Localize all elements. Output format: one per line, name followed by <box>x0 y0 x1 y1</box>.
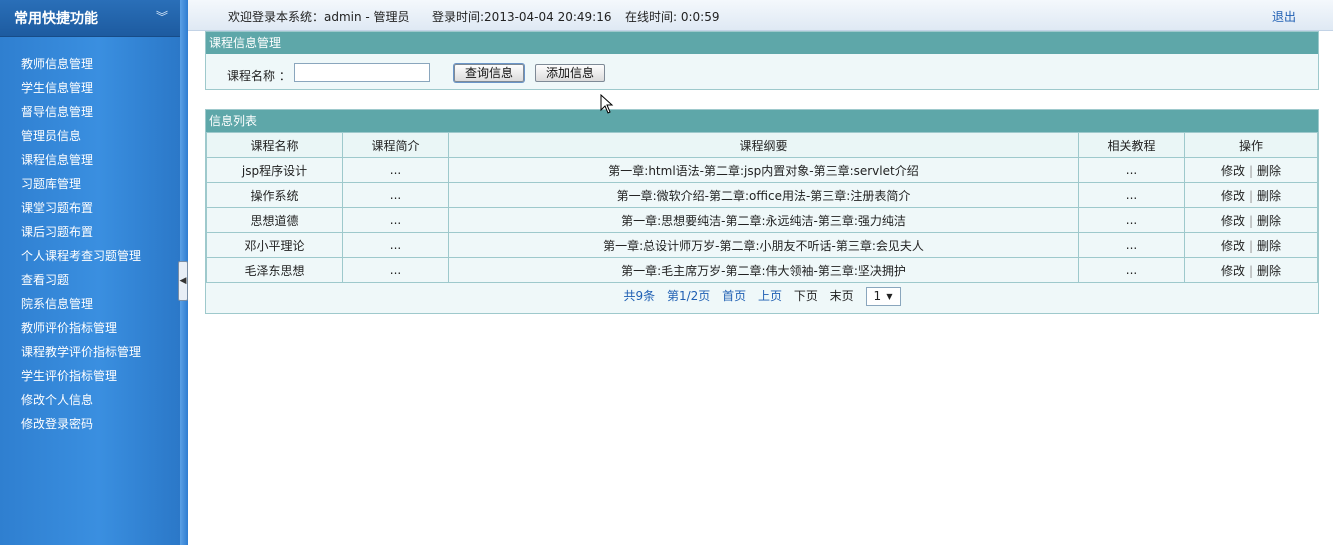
table-row: 操作系统... 第一章:微软介绍-第二章:office用法-第三章:注册表简介..… <box>206 182 1318 208</box>
course-tutorial-cell: ... <box>1078 157 1185 183</box>
course-name-cell: 操作系统 <box>206 182 343 208</box>
operations-cell: 修改 | 删除 <box>1184 207 1318 233</box>
sidebar-item[interactable]: 查看习题 <box>0 268 180 292</box>
search-panel: 课程信息管理 课程名称 ： 查询信息 添加信息 <box>205 31 1319 90</box>
table-row: 邓小平理论... 第一章:总设计师万岁-第二章:小朋友不听话-第三章:会见夫人..… <box>206 232 1318 258</box>
edit-link[interactable]: 修改 <box>1221 189 1245 203</box>
operations-cell: 修改 | 删除 <box>1184 157 1318 183</box>
page-indicator: 第1/2页 <box>666 289 711 303</box>
sidebar-item[interactable]: 个人课程考查习题管理 <box>0 244 180 268</box>
course-name-cell: jsp程序设计 <box>206 157 343 183</box>
next-page-link[interactable]: 下页 <box>794 289 818 303</box>
separator: | <box>1248 188 1254 203</box>
separator: | <box>1248 213 1254 228</box>
course-name-cell: 邓小平理论 <box>206 232 343 258</box>
double-chevron-down-icon[interactable]: ︾ <box>156 8 168 25</box>
separator: | <box>1248 263 1254 278</box>
last-page-link[interactable]: 末页 <box>830 289 854 303</box>
course-outline-cell: 第一章:思想要纯洁-第二章:永远纯洁-第三章:强力纯洁 <box>448 207 1079 233</box>
sidebar-header: 常用快捷功能 ︾ <box>0 0 180 37</box>
sidebar-item[interactable]: 院系信息管理 <box>0 292 180 316</box>
separator: | <box>1248 238 1254 253</box>
add-button[interactable]: 添加信息 <box>535 64 605 82</box>
top-bar: 欢迎登录本系统：admin - 管理员 登录时间:2013-04-04 20:4… <box>188 0 1333 31</box>
logout-link[interactable]: 退出 <box>1272 8 1296 25</box>
course-name-cell: 毛泽东思想 <box>206 257 343 283</box>
course-intro-cell: ... <box>342 207 449 233</box>
edit-link[interactable]: 修改 <box>1221 264 1245 278</box>
sidebar-item[interactable]: 课后习题布置 <box>0 220 180 244</box>
total-count: 共9条 <box>623 289 656 303</box>
course-intro-cell: ... <box>342 232 449 258</box>
sidebar-item[interactable]: 教师评价指标管理 <box>0 316 180 340</box>
course-tutorial-cell: ... <box>1078 182 1185 208</box>
sidebar: 常用快捷功能 ︾ 教师信息管理 学生信息管理 督导信息管理 管理员信息 课程信息管理 习题… <box>0 0 180 545</box>
edit-link[interactable]: 修改 <box>1221 239 1245 253</box>
course-tutorial-cell: ... <box>1078 257 1185 283</box>
column-header: 操作 <box>1184 132 1318 158</box>
column-header: 课程简介 <box>342 132 449 158</box>
column-header: 相关教程 <box>1078 132 1185 158</box>
column-header: 课程纲要 <box>448 132 1079 158</box>
pagination: 共9条 第1/2页 首页 上页 下页 末页 1 ▼ <box>206 283 1318 310</box>
sidebar-item[interactable]: 习题库管理 <box>0 172 180 196</box>
course-name-input[interactable] <box>294 63 430 82</box>
page-select[interactable]: 1 ▼ <box>865 287 901 306</box>
sidebar-item[interactable]: 学生评价指标管理 <box>0 364 180 388</box>
table-row: 思想道德... 第一章:思想要纯洁-第二章:永远纯洁-第三章:强力纯洁... 修改 |… <box>206 207 1318 233</box>
course-outline-cell: 第一章:总设计师万岁-第二章:小朋友不听话-第三章:会见夫人 <box>448 232 1079 258</box>
sidebar-item[interactable]: 教师信息管理 <box>0 52 180 76</box>
sidebar-item[interactable]: 课程教学评价指标管理 <box>0 340 180 364</box>
sidebar-item[interactable]: 学生信息管理 <box>0 76 180 100</box>
sidebar-item[interactable]: 修改登录密码 <box>0 412 180 436</box>
delete-link[interactable]: 删除 <box>1257 239 1281 253</box>
page-select-value: 1 <box>873 289 882 303</box>
delete-link[interactable]: 删除 <box>1257 189 1281 203</box>
table-header-row: 课程名称 课程简介 课程纲要 相关教程 操作 <box>206 132 1318 158</box>
operations-cell: 修改 | 删除 <box>1184 257 1318 283</box>
online-time: 在线时间: 0:0:59 <box>625 10 720 24</box>
sidebar-item[interactable]: 课程信息管理 <box>0 148 180 172</box>
sidebar-item[interactable]: 督导信息管理 <box>0 100 180 124</box>
course-outline-cell: 第一章:毛主席万岁-第二章:伟大领袖-第三章:坚决拥护 <box>448 257 1079 283</box>
list-panel: 信息列表 课程名称 课程简介 课程纲要 相关教程 操作 jsp程序设计... 第一… <box>205 109 1319 314</box>
course-name-cell: 思想道德 <box>206 207 343 233</box>
course-tutorial-cell: ... <box>1078 207 1185 233</box>
separator: | <box>1248 163 1254 178</box>
sidebar-item[interactable]: 管理员信息 <box>0 124 180 148</box>
table-row: jsp程序设计... 第一章:html语法-第二章:jsp内置对象-第三章:ser… <box>206 157 1318 183</box>
course-intro-cell: ... <box>342 257 449 283</box>
operations-cell: 修改 | 删除 <box>1184 232 1318 258</box>
collapse-left-icon[interactable]: ◀ <box>178 261 188 301</box>
table-row: 毛泽东思想... 第一章:毛主席万岁-第二章:伟大领袖-第三章:坚决拥护... 修改… <box>206 257 1318 283</box>
search-panel-title: 课程信息管理 <box>206 32 1318 54</box>
dropdown-arrow-icon: ▼ <box>886 292 893 301</box>
column-header: 课程名称 <box>206 132 343 158</box>
list-panel-title: 信息列表 <box>206 110 1318 132</box>
sidebar-menu: 教师信息管理 学生信息管理 督导信息管理 管理员信息 课程信息管理 习题库管理 课堂习题布置… <box>0 52 180 436</box>
query-button[interactable]: 查询信息 <box>454 64 524 82</box>
course-intro-cell: ... <box>342 182 449 208</box>
delete-link[interactable]: 删除 <box>1257 264 1281 278</box>
course-outline-cell: 第一章:微软介绍-第二章:office用法-第三章:注册表简介 <box>448 182 1079 208</box>
login-time: 登录时间:2013-04-04 20:49:16 <box>432 10 612 24</box>
edit-link[interactable]: 修改 <box>1221 164 1245 178</box>
welcome-text: 欢迎登录本系统：admin - 管理员 <box>228 10 410 24</box>
mouse-pointer-icon <box>600 94 614 114</box>
course-intro-cell: ... <box>342 157 449 183</box>
course-name-label: 课程名称 ： <box>227 69 291 83</box>
sidebar-item[interactable]: 修改个人信息 <box>0 388 180 412</box>
first-page-link[interactable]: 首页 <box>722 289 746 303</box>
prev-page-link[interactable]: 上页 <box>758 289 782 303</box>
sidebar-item[interactable]: 课堂习题布置 <box>0 196 180 220</box>
course-outline-cell: 第一章:html语法-第二章:jsp内置对象-第三章:servlet介绍 <box>448 157 1079 183</box>
sidebar-title: 常用快捷功能 <box>14 11 98 27</box>
delete-link[interactable]: 删除 <box>1257 214 1281 228</box>
edit-link[interactable]: 修改 <box>1221 214 1245 228</box>
operations-cell: 修改 | 删除 <box>1184 182 1318 208</box>
delete-link[interactable]: 删除 <box>1257 164 1281 178</box>
course-tutorial-cell: ... <box>1078 232 1185 258</box>
course-table: 课程名称 课程简介 课程纲要 相关教程 操作 jsp程序设计... 第一章:htm… <box>206 132 1318 283</box>
